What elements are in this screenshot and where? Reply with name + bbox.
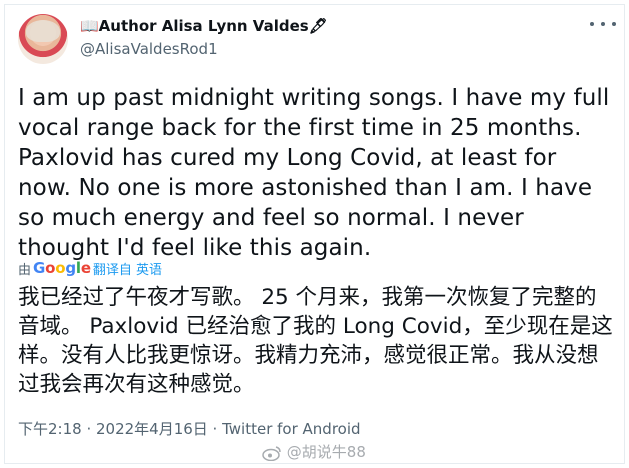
avatar[interactable] xyxy=(18,14,68,64)
more-dot xyxy=(612,22,616,26)
watermark-text: @胡说牛88 xyxy=(286,443,366,461)
more-dot xyxy=(590,22,594,26)
more-dot xyxy=(601,22,605,26)
translated-text: 我已经过了午夜才写歌。 25 个月来，我第一次恢复了完整的音域。 Paxlovi… xyxy=(18,285,613,397)
author-display-name[interactable]: 📖Author Alisa Lynn Valdes🖋 xyxy=(80,17,328,35)
tweet-text: I am up past midnight writing songs. I h… xyxy=(18,85,610,261)
translate-prefix: 由 xyxy=(18,262,32,278)
google-logo: Google xyxy=(33,259,91,277)
translate-link[interactable]: 翻译自 英语 xyxy=(93,259,162,278)
author-handle[interactable]: @AlisaValdesRod1 xyxy=(80,40,218,58)
more-icon[interactable] xyxy=(590,14,616,34)
weibo-icon xyxy=(262,445,281,461)
tweet-meta[interactable]: 下午2:18 · 2022年4月16日 · Twitter for Androi… xyxy=(18,418,361,439)
translate-bar: 由 Google 翻译自 英语 xyxy=(18,258,162,278)
watermark: @胡说牛88 xyxy=(262,441,366,462)
